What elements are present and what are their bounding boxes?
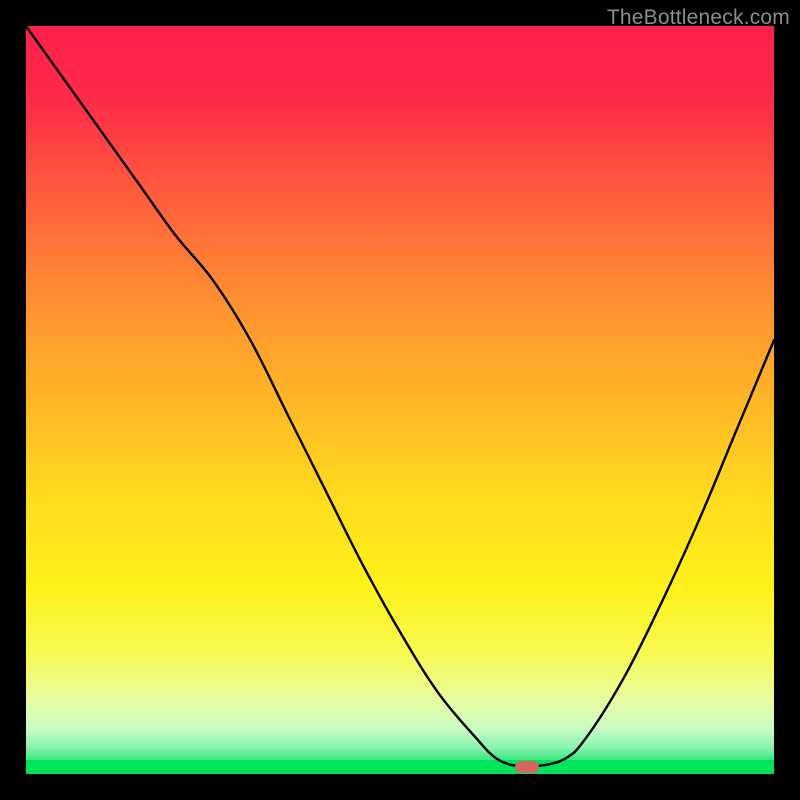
- plot-area: [26, 26, 774, 774]
- chart-container: TheBottleneck.com: [0, 0, 800, 800]
- optimal-marker: [515, 761, 539, 773]
- watermark-text: TheBottleneck.com: [607, 6, 790, 30]
- bottleneck-curve: [26, 26, 774, 774]
